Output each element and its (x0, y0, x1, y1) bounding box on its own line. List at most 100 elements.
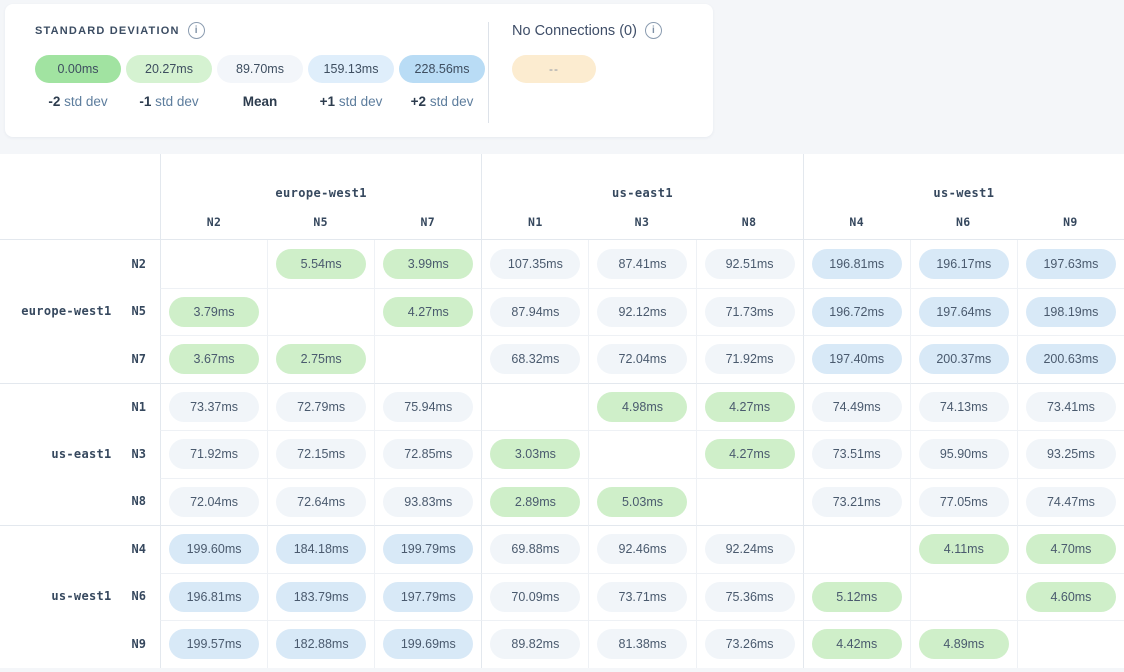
latency-cell: 199.79ms (374, 525, 481, 573)
latency-cell: 107.35ms (481, 240, 588, 288)
std-dev-stop-label-value: -2 (48, 94, 60, 109)
latency-cell: 197.63ms (1017, 240, 1124, 288)
latency-cell: 4.89ms (910, 620, 1017, 668)
latency-cell: 196.81ms (160, 573, 267, 621)
column-node-header: N7 (374, 204, 481, 240)
latency-cell (910, 573, 1017, 621)
latency-pill: 92.24ms (705, 534, 795, 564)
latency-cell: 92.51ms (696, 240, 803, 288)
latency-pill: 182.88ms (276, 629, 366, 659)
row-node-label: N7 (132, 352, 146, 366)
latency-pill: 199.57ms (169, 629, 259, 659)
latency-cell: 199.60ms (160, 525, 267, 573)
latency-pill: 74.49ms (812, 392, 902, 422)
latency-cell: 75.36ms (696, 573, 803, 621)
column-region-header: us-west1 (803, 154, 1124, 204)
latency-cell: 72.15ms (267, 430, 374, 478)
latency-cell: 72.04ms (160, 478, 267, 526)
latency-pill: 93.25ms (1026, 439, 1116, 469)
info-icon[interactable]: i (188, 22, 205, 39)
latency-pill: 200.37ms (919, 344, 1009, 374)
latency-pill: 200.63ms (1026, 344, 1116, 374)
latency-pill: 72.04ms (597, 344, 687, 374)
latency-cell: 71.73ms (696, 288, 803, 336)
latency-pill: 72.85ms (383, 439, 473, 469)
latency-pill: 72.04ms (169, 487, 259, 517)
latency-cell: 93.25ms (1017, 430, 1124, 478)
latency-cell: 72.64ms (267, 478, 374, 526)
latency-cell: 71.92ms (696, 335, 803, 383)
std-dev-stop-pill: 228.56ms (399, 55, 485, 83)
latency-pill: 68.32ms (490, 344, 580, 374)
latency-pill: 196.17ms (919, 249, 1009, 279)
latency-cell: 5.12ms (803, 573, 910, 621)
latency-pill: 73.21ms (812, 487, 902, 517)
latency-cell: 3.99ms (374, 240, 481, 288)
latency-cell: 4.27ms (374, 288, 481, 336)
latency-cell (374, 335, 481, 383)
column-node-header: N4 (803, 204, 910, 240)
latency-pill: 184.18ms (276, 534, 366, 564)
std-dev-stop-pill: 159.13ms (308, 55, 394, 83)
std-dev-stop-label-value: Mean (243, 94, 278, 109)
latency-pill: 4.27ms (383, 297, 473, 327)
row-node-label: N2 (132, 257, 146, 271)
latency-pill: 72.79ms (276, 392, 366, 422)
row-region-label: europe-west1 (21, 304, 111, 318)
latency-cell: 4.42ms (803, 620, 910, 668)
latency-pill: 75.36ms (705, 582, 795, 612)
row-region-label: us-west1 (51, 589, 111, 603)
std-dev-stop-pill: 0.00ms (35, 55, 121, 83)
latency-cell: 81.38ms (588, 620, 695, 668)
row-label: N1 (0, 383, 160, 431)
column-node-header: N3 (588, 204, 695, 240)
latency-pill: 73.26ms (705, 629, 795, 659)
latency-pill: 3.67ms (169, 344, 259, 374)
latency-cell: 3.67ms (160, 335, 267, 383)
latency-pill: 4.27ms (705, 392, 795, 422)
latency-pill: 4.70ms (1026, 534, 1116, 564)
row-node-label: N8 (132, 494, 146, 508)
latency-cell: 4.70ms (1017, 525, 1124, 573)
latency-cell: 3.79ms (160, 288, 267, 336)
latency-pill: 4.27ms (705, 439, 795, 469)
column-node-header: N6 (910, 204, 1017, 240)
std-dev-stop-label-suffix: std dev (335, 94, 382, 109)
latency-cell: 5.03ms (588, 478, 695, 526)
latency-pill: 2.75ms (276, 344, 366, 374)
latency-pill: 74.47ms (1026, 487, 1116, 517)
latency-cell: 71.92ms (160, 430, 267, 478)
std-dev-stop-label-value: -1 (139, 94, 151, 109)
latency-cell (481, 383, 588, 431)
latency-cell: 74.47ms (1017, 478, 1124, 526)
latency-pill: 197.64ms (919, 297, 1009, 327)
latency-cell: 200.63ms (1017, 335, 1124, 383)
latency-cell: 4.98ms (588, 383, 695, 431)
latency-cell: 77.05ms (910, 478, 1017, 526)
latency-cell: 196.17ms (910, 240, 1017, 288)
latency-cell: 73.37ms (160, 383, 267, 431)
latency-pill: 77.05ms (919, 487, 1009, 517)
column-node-header: N1 (481, 204, 588, 240)
latency-cell: 73.41ms (1017, 383, 1124, 431)
latency-pill: 73.37ms (169, 392, 259, 422)
latency-cell (267, 288, 374, 336)
std-dev-stop-pill: 89.70ms (217, 55, 303, 83)
std-dev-label-row: -2 std dev-1 std devMean+1 std dev+2 std… (35, 94, 488, 109)
row-node-label: N4 (132, 542, 146, 556)
std-dev-pill-row: 0.00ms20.27ms89.70ms159.13ms228.56ms (35, 55, 488, 83)
latency-cell: 2.75ms (267, 335, 374, 383)
latency-cell: 73.71ms (588, 573, 695, 621)
latency-cell: 199.57ms (160, 620, 267, 668)
latency-cell: 72.79ms (267, 383, 374, 431)
row-node-label: N1 (132, 400, 146, 414)
row-label: N9 (0, 620, 160, 668)
column-node-header: N5 (267, 204, 374, 240)
latency-cell: 68.32ms (481, 335, 588, 383)
latency-cell: 92.12ms (588, 288, 695, 336)
no-connections-title-row: No Connections (0) i (512, 22, 662, 39)
latency-pill: 4.89ms (919, 629, 1009, 659)
info-icon[interactable]: i (645, 22, 662, 39)
latency-pill: 89.82ms (490, 629, 580, 659)
latency-cell: 87.41ms (588, 240, 695, 288)
